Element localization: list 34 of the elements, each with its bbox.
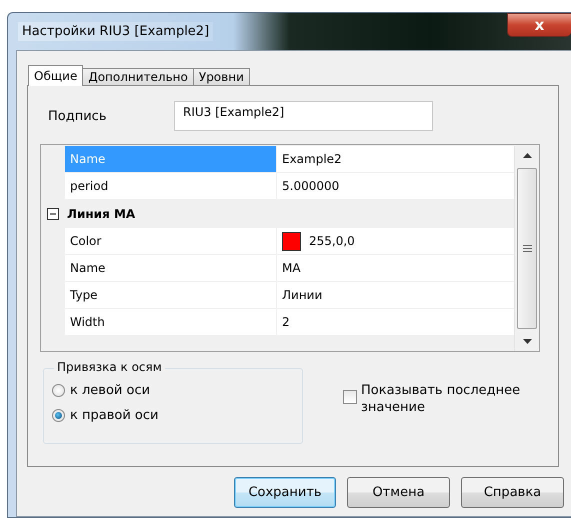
close-button[interactable]: x (507, 13, 571, 37)
property-value[interactable]: 5.000000 (282, 179, 340, 193)
collapse-toggle-icon[interactable] (47, 208, 59, 220)
grip-icon[interactable] (522, 245, 532, 252)
dialog-button[interactable]: Отмена (347, 477, 450, 508)
property-value[interactable]: MA (282, 261, 301, 275)
tab[interactable]: Общие (28, 65, 84, 86)
dialog-button[interactable]: Справка (461, 477, 564, 508)
field-label: Подпись (47, 108, 108, 124)
property-name[interactable]: Color (65, 228, 277, 254)
property-value[interactable]: Линии (282, 288, 322, 302)
tab[interactable]: Уровни (192, 68, 250, 85)
group-box-title: Привязка к осям (54, 360, 165, 374)
radio-option[interactable]: к левой оси (52, 383, 302, 398)
property-value[interactable]: 255,0,0 (309, 234, 355, 248)
radio-option[interactable]: к правой оси (52, 408, 302, 423)
window-title: Настройки RIU3 [Example2] (18, 22, 214, 41)
checkbox-label[interactable]: Показывать последнее значение (361, 382, 557, 416)
property-value[interactable]: 2 (282, 315, 290, 329)
scrollbar[interactable] (514, 146, 539, 351)
checkbox[interactable] (343, 390, 357, 404)
property-name[interactable]: Type (65, 282, 277, 308)
radio-icon[interactable] (52, 409, 65, 422)
caption-field[interactable]: RIU3 [Example2] (174, 101, 433, 131)
property-name[interactable]: Width (65, 309, 277, 335)
radio-icon[interactable] (52, 384, 65, 397)
property-value[interactable]: Example2 (282, 152, 342, 166)
tab[interactable]: Дополнительно (82, 68, 194, 85)
scroll-up-icon[interactable] (522, 152, 532, 158)
property-name[interactable]: period (65, 173, 277, 199)
scroll-down-icon[interactable] (522, 339, 532, 345)
group-header: Линия MA (67, 207, 136, 221)
dialog-button[interactable]: Сохранить (234, 477, 336, 508)
property-name[interactable]: Name (65, 255, 277, 281)
